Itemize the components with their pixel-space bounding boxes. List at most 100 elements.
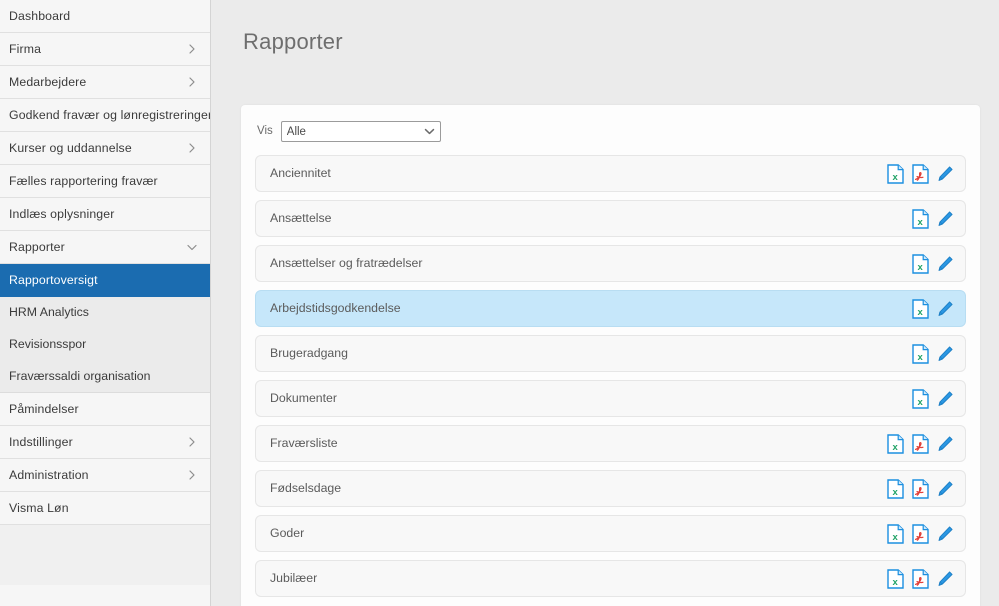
- svg-text:x: x: [917, 307, 923, 318]
- sidebar-secondary-items: Påmindelser Indstillinger Administration Vi…: [0, 393, 210, 525]
- pdf-export-icon[interactable]: [910, 163, 930, 185]
- svg-text:x: x: [892, 172, 898, 183]
- filter-select-wrapper: Alle: [281, 121, 441, 142]
- sidebar-item-label: Revisionsspor: [9, 338, 86, 350]
- excel-export-icon[interactable]: x: [910, 208, 930, 230]
- sidebar-item-label: Firma: [9, 43, 186, 55]
- sidebar-item-label: Administration: [9, 469, 186, 481]
- report-row[interactable]: Ansættelser og fratrædelserx: [255, 245, 966, 282]
- report-row-actions: x: [885, 163, 955, 185]
- report-row[interactable]: Brugeradgang x: [255, 335, 966, 372]
- report-row[interactable]: Goderx: [255, 515, 966, 552]
- svg-text:x: x: [917, 352, 923, 363]
- edit-pencil-icon[interactable]: [935, 478, 955, 500]
- report-row[interactable]: Dokumenterx: [255, 380, 966, 417]
- pdf-export-icon[interactable]: [910, 523, 930, 545]
- edit-pencil-icon[interactable]: [935, 298, 955, 320]
- sidebar-item-label: Fraværssaldi organisation: [9, 370, 150, 382]
- sidebar-item-indl-s-oplysninger[interactable]: Indlæs oplysninger: [0, 198, 210, 231]
- chevron-right-icon: [186, 142, 198, 154]
- report-filter-select[interactable]: Alle: [281, 121, 441, 142]
- edit-pencil-icon[interactable]: [935, 388, 955, 410]
- sidebar-item-label: Medarbejdere: [9, 76, 186, 88]
- svg-text:x: x: [917, 397, 923, 408]
- sidebar-item-visma-l-n[interactable]: Visma Løn: [0, 492, 210, 525]
- sidebar-item-hrm-analytics[interactable]: HRM Analytics: [0, 297, 210, 329]
- sidebar-item-f-lles-rapportering-frav-r[interactable]: Fælles rapportering fravær: [0, 165, 210, 198]
- report-name: Goder: [270, 527, 885, 539]
- report-row-actions: x: [885, 523, 955, 545]
- sidebar-item-frav-rssaldi-organisation[interactable]: Fraværssaldi organisation: [0, 361, 210, 393]
- excel-export-icon[interactable]: x: [910, 388, 930, 410]
- sidebar-item-godkend-frav-r-og-l-nregistreringer[interactable]: Godkend fravær og lønregistreringer: [0, 99, 210, 132]
- chevron-right-icon: [186, 76, 198, 88]
- report-row[interactable]: Ansættelsex: [255, 200, 966, 237]
- svg-text:x: x: [892, 577, 898, 588]
- svg-text:x: x: [892, 532, 898, 543]
- excel-export-icon[interactable]: x: [885, 163, 905, 185]
- sidebar-item-indstillinger[interactable]: Indstillinger: [0, 426, 210, 459]
- sidebar-item-administration[interactable]: Administration: [0, 459, 210, 492]
- sidebar-item-label: Påmindelser: [9, 403, 198, 415]
- page-title: Rapporter: [243, 31, 999, 53]
- sidebar-item-label: Rapportoversigt: [9, 274, 198, 286]
- edit-pencil-icon[interactable]: [935, 163, 955, 185]
- chevron-right-icon: [186, 469, 198, 481]
- sidebar-item-label: Fælles rapportering fravær: [9, 175, 198, 187]
- sidebar-item-label: Dashboard: [9, 10, 198, 22]
- sidebar-item-rapportoversigt[interactable]: Rapportoversigt: [0, 264, 210, 297]
- sidebar-item-label: Godkend fravær og lønregistreringer: [9, 109, 211, 121]
- edit-pencil-icon[interactable]: [935, 253, 955, 275]
- report-name: Ansættelse: [270, 212, 910, 224]
- reports-card: Vis Alle AnciennitetxAnsættelsexAnsættel…: [241, 105, 980, 606]
- reports-list: AnciennitetxAnsættelsexAnsættelser og fr…: [255, 155, 966, 597]
- sidebar-item-label: Visma Løn: [9, 502, 198, 514]
- excel-export-icon[interactable]: x: [885, 433, 905, 455]
- edit-pencil-icon[interactable]: [935, 343, 955, 365]
- report-row[interactable]: Anciennitet x: [255, 155, 966, 192]
- sidebar-item-firma[interactable]: Firma: [0, 33, 210, 66]
- sidebar-item-dashboard[interactable]: Dashboard: [0, 0, 210, 33]
- sidebar-item-kurser-og-uddannelse[interactable]: Kurser og uddannelse: [0, 132, 210, 165]
- excel-export-icon[interactable]: x: [885, 568, 905, 590]
- report-row-actions: x: [885, 478, 955, 500]
- edit-pencil-icon[interactable]: [935, 568, 955, 590]
- report-row[interactable]: Jubilæer x: [255, 560, 966, 597]
- edit-pencil-icon[interactable]: [935, 523, 955, 545]
- excel-export-icon[interactable]: x: [910, 298, 930, 320]
- excel-export-icon[interactable]: x: [910, 343, 930, 365]
- report-name: Jubilæer: [270, 572, 885, 584]
- excel-export-icon[interactable]: x: [885, 478, 905, 500]
- sidebar-item-p-mindelser[interactable]: Påmindelser: [0, 393, 210, 426]
- sidebar-sub-items: Rapportoversigt HRM Analytics Revisionsspo…: [0, 264, 210, 393]
- pdf-export-icon[interactable]: [910, 433, 930, 455]
- sidebar-item-revisionsspor[interactable]: Revisionsspor: [0, 329, 210, 361]
- excel-export-icon[interactable]: x: [885, 523, 905, 545]
- pdf-export-icon[interactable]: [910, 568, 930, 590]
- pdf-export-icon[interactable]: [910, 478, 930, 500]
- sidebar-item-medarbejdere[interactable]: Medarbejdere: [0, 66, 210, 99]
- edit-pencil-icon[interactable]: [935, 433, 955, 455]
- svg-text:x: x: [892, 487, 898, 498]
- sidebar-item-label: HRM Analytics: [9, 306, 89, 318]
- sidebar-item-label: Indlæs oplysninger: [9, 208, 198, 220]
- sidebar-item-rapporter[interactable]: Rapporter: [0, 231, 210, 264]
- report-name: Ansættelser og fratrædelser: [270, 257, 910, 269]
- sidebar-empty-space: [0, 525, 210, 585]
- excel-export-icon[interactable]: x: [910, 253, 930, 275]
- report-name: Brugeradgang: [270, 347, 910, 359]
- report-name: Anciennitet: [270, 167, 885, 179]
- filter-label: Vis: [257, 126, 273, 138]
- report-row[interactable]: Fraværslistex: [255, 425, 966, 462]
- report-row[interactable]: Arbejdstidsgodkendelsex: [255, 290, 966, 327]
- chevron-right-icon: [186, 43, 198, 55]
- report-row[interactable]: Fødselsdagex: [255, 470, 966, 507]
- report-row-actions: x: [910, 343, 955, 365]
- sidebar-item-label: Rapporter: [9, 241, 186, 253]
- sidebar-primary-items: Dashboard Firma Medarbejdere Godkend fravær…: [0, 0, 210, 264]
- sidebar-item-label: Indstillinger: [9, 436, 186, 448]
- chevron-right-icon: [186, 436, 198, 448]
- edit-pencil-icon[interactable]: [935, 208, 955, 230]
- report-row-actions: x: [910, 253, 955, 275]
- report-row-actions: x: [910, 388, 955, 410]
